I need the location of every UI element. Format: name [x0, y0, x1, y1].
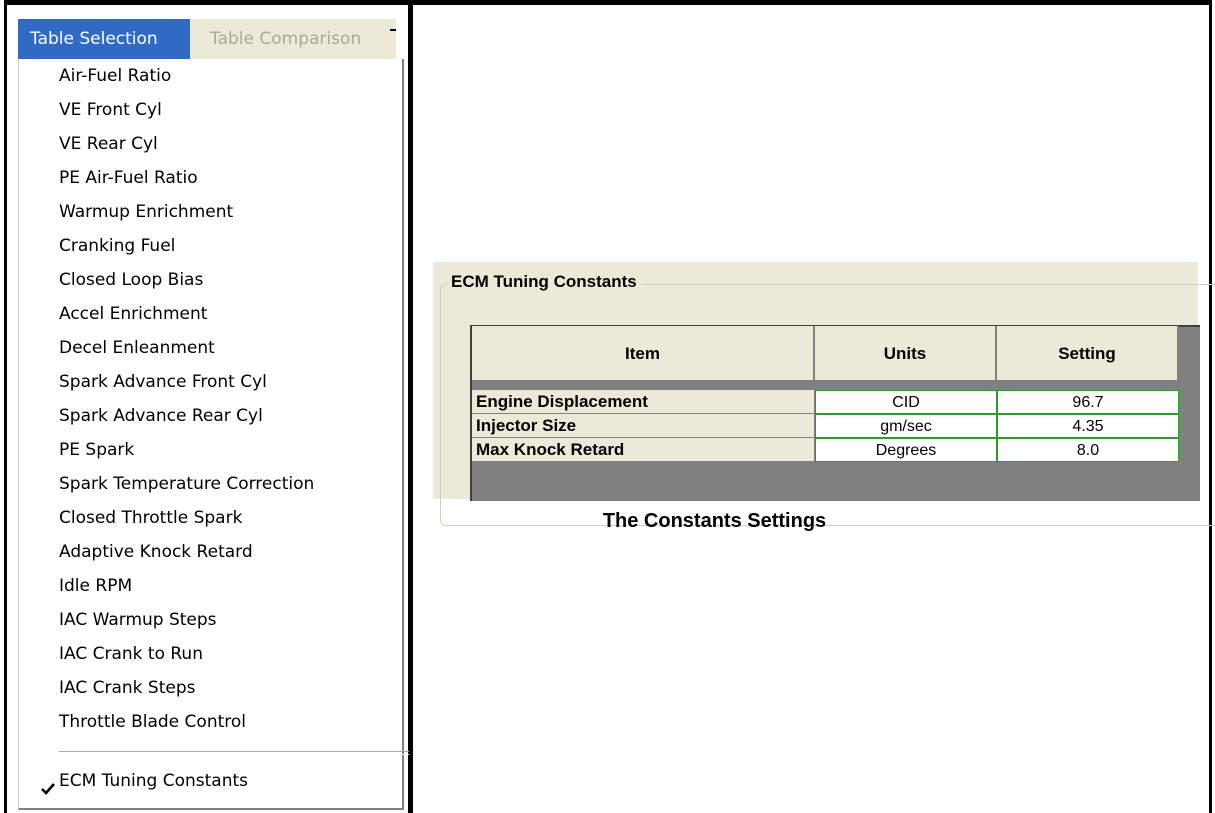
table-border-middle: [408, 0, 413, 813]
ecm-constants-panel: ECM Tuning Constants Item Units Setting …: [433, 262, 1215, 526]
cell-units: CID: [815, 390, 997, 414]
figure-caption: The Constants Settings: [433, 510, 1198, 533]
table-selection-dropdown: Air-Fuel Ratio VE Front Cyl VE Rear Cyl …: [18, 59, 409, 810]
menu-item-decel-enleanment[interactable]: Decel Enleanment: [59, 331, 215, 365]
row-label-injector-size: Injector Size: [472, 414, 815, 438]
menu-item-closed-loop-bias[interactable]: Closed Loop Bias: [59, 263, 203, 297]
cell-units: Degrees: [815, 438, 997, 462]
menu-item-warmup-enrichment[interactable]: Warmup Enrichment: [59, 195, 233, 229]
menu-item-idle-rpm[interactable]: Idle RPM: [59, 569, 132, 603]
cell-units: gm/sec: [815, 414, 997, 438]
table-border-left: [4, 0, 7, 813]
table-border-top: [4, 0, 1211, 5]
column-header-units[interactable]: Units: [815, 326, 997, 382]
row-label-max-knock-retard: Max Knock Retard: [472, 438, 815, 462]
column-header-setting[interactable]: Setting: [997, 326, 1179, 382]
menu-overflow-mark: [390, 29, 396, 31]
menu-item-closed-throttle-spark[interactable]: Closed Throttle Spark: [59, 501, 242, 535]
column-header-item[interactable]: Item: [472, 326, 815, 382]
checkmark-icon: [41, 783, 55, 795]
caption-text: The Constants Settings: [602, 510, 827, 532]
menu-item-adaptive-knock-retard[interactable]: Adaptive Knock Retard: [59, 535, 253, 569]
menu-item-accel-enrichment[interactable]: Accel Enrichment: [59, 297, 207, 331]
menu-separator: [59, 751, 409, 755]
menu-item-spark-advance-rear-cyl[interactable]: Spark Advance Rear Cyl: [59, 399, 263, 433]
menu-item-iac-crank-to-run[interactable]: IAC Crank to Run: [59, 637, 203, 671]
menu-item-ecm-tuning-constants[interactable]: ECM Tuning Constants: [59, 764, 248, 798]
menu-item-pe-spark[interactable]: PE Spark: [59, 433, 134, 467]
menu-item-ve-rear-cyl[interactable]: VE Rear Cyl: [59, 127, 158, 161]
menu-item-ve-front-cyl[interactable]: VE Front Cyl: [59, 93, 162, 127]
menu-item-iac-warmup-steps[interactable]: IAC Warmup Steps: [59, 603, 217, 637]
cell-setting-injector-size[interactable]: 4.35: [997, 414, 1179, 438]
cell-setting-engine-displacement[interactable]: 96.7: [997, 390, 1179, 414]
menu-table-comparison[interactable]: Table Comparison: [200, 19, 371, 59]
menu-item-spark-temperature-correction[interactable]: Spark Temperature Correction: [59, 467, 314, 501]
menu-item-pe-air-fuel-ratio[interactable]: PE Air-Fuel Ratio: [59, 161, 198, 195]
menu-bar: Table Selection Table Comparison: [18, 19, 396, 59]
menu-item-air-fuel-ratio[interactable]: Air-Fuel Ratio: [59, 59, 171, 93]
menu-item-cranking-fuel[interactable]: Cranking Fuel: [59, 229, 175, 263]
menu-table-selection[interactable]: Table Selection: [18, 19, 190, 59]
row-label-engine-displacement: Engine Displacement: [472, 390, 815, 414]
group-title: ECM Tuning Constants: [447, 272, 641, 292]
menu-item-throttle-blade-control[interactable]: Throttle Blade Control: [59, 705, 246, 739]
cell-setting-max-knock-retard[interactable]: 8.0: [997, 438, 1179, 462]
menu-item-spark-advance-front-cyl[interactable]: Spark Advance Front Cyl: [59, 365, 267, 399]
document-page: Table Selection Table Comparison Air-Fue…: [0, 0, 1215, 813]
menu-item-iac-crank-steps[interactable]: IAC Crank Steps: [59, 671, 195, 705]
